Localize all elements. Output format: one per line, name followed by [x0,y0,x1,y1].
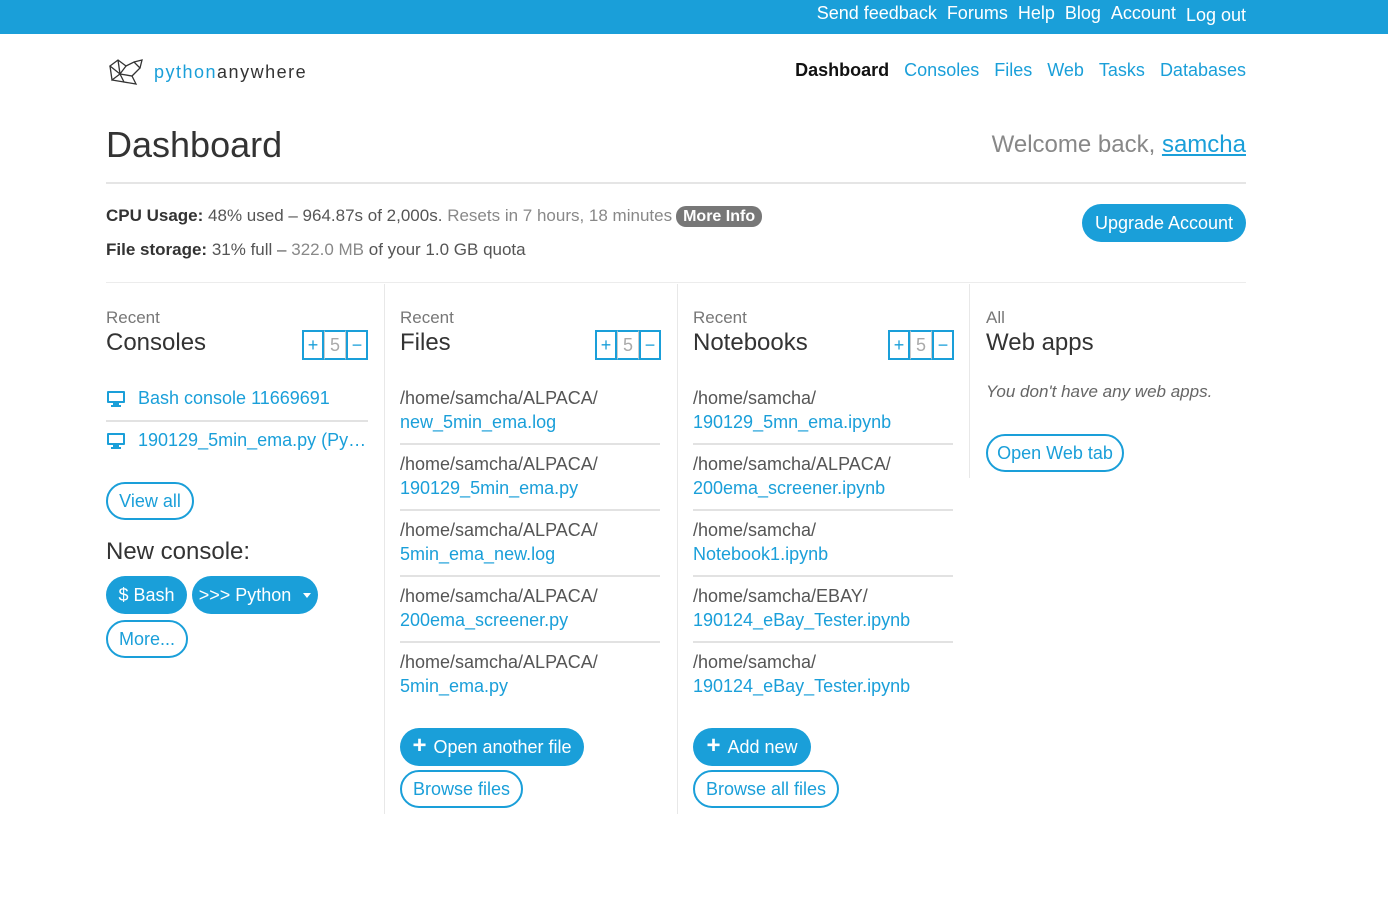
webapps-panel: All Web apps You don't have any web apps… [969,284,1246,478]
account-link[interactable]: Account [1111,3,1176,26]
console-item[interactable]: Bash console 11669691 [106,388,330,409]
consoles-increase-button[interactable]: + [302,330,324,360]
new-console-label: New console: [106,538,251,565]
divider [106,420,368,422]
divider [693,509,953,511]
nav-databases[interactable]: Databases [1160,60,1246,81]
page-title: Dashboard [106,124,283,165]
notebook-link[interactable]: 190124_eBay_Tester.ipynb [693,676,953,697]
file-link[interactable]: 5min_ema_new.log [400,544,660,565]
browse-files-button[interactable]: Browse files [400,770,523,808]
more-info-badge[interactable]: More Info [676,206,763,227]
header-divider [106,182,1246,184]
usage-divider [106,282,1246,283]
nav-dashboard[interactable]: Dashboard [795,60,889,81]
list-item: /home/samcha/ALPACA/200ema_screener.py [400,586,660,631]
list-item: /home/samcha/EBAY/190124_eBay_Tester.ipy… [693,586,953,631]
caret-down-icon [303,592,312,598]
logout-link[interactable]: Log out [1186,5,1246,26]
divider [400,641,660,643]
notebooks-title: Notebooks [693,329,808,356]
file-storage: File storage: 31% full – 322.0 MB of you… [106,240,526,259]
view-all-consoles-button[interactable]: View all [106,482,194,520]
no-webapps-message: You don't have any web apps. [986,382,1213,401]
open-web-tab-button[interactable]: Open Web tab [986,434,1124,472]
files-increase-button[interactable]: + [595,330,617,360]
divider [400,575,660,577]
top-bar: Send feedback Forums Help Blog Account L… [0,0,1388,34]
main-nav: Dashboard Consoles Files Web Tasks Datab… [795,60,1246,81]
welcome-message: Welcome back, samcha [991,131,1246,158]
monitor-icon [107,432,125,449]
webapps-title: Web apps [986,329,1094,356]
consoles-panel: Recent Consoles + 5 − Bash console 11669… [106,284,384,814]
divider [400,443,660,445]
notebooks-increase-button[interactable]: + [888,330,910,360]
consoles-count-control: + 5 − [302,330,368,360]
cpu-usage: CPU Usage: 48% used – 964.87s of 2,000s.… [106,206,763,227]
file-link[interactable]: 200ema_screener.py [400,610,660,631]
files-decrease-button[interactable]: − [639,330,661,360]
webapps-subtitle: All [986,308,1005,327]
logo-text: pythonanywhere [154,61,308,82]
logo-icon [108,59,143,85]
notebook-link[interactable]: 190129_5mn_ema.ipynb [693,412,953,433]
more-consoles-button[interactable]: More... [106,620,188,658]
nav-tasks[interactable]: Tasks [1099,60,1145,81]
files-count-value: 5 [617,330,639,360]
notebook-link[interactable]: 200ema_screener.ipynb [693,478,953,499]
add-new-notebook-button[interactable]: + Add new [693,728,811,766]
file-link[interactable]: 190129_5min_ema.py [400,478,660,499]
notebook-link[interactable]: Notebook1.ipynb [693,544,953,565]
plus-icon: + [706,731,721,759]
bash-console-button[interactable]: $ Bash [106,576,187,614]
notebooks-count-value: 5 [910,330,932,360]
file-link[interactable]: 5min_ema.py [400,676,660,697]
list-item: /home/samcha/ALPACA/5min_ema_new.log [400,520,660,565]
python-console-dropdown[interactable]: >>> Python [192,576,318,614]
list-item: /home/samcha/ALPACA/200ema_screener.ipyn… [693,454,953,499]
help-link[interactable]: Help [1018,3,1055,26]
divider [400,509,660,511]
nav-web[interactable]: Web [1047,60,1084,81]
notebook-link[interactable]: 190124_eBay_Tester.ipynb [693,610,953,631]
notebooks-count-control: + 5 − [888,330,954,360]
browse-all-files-button[interactable]: Browse all files [693,770,839,808]
open-another-file-button[interactable]: + Open another file [400,728,584,766]
divider [693,641,953,643]
list-item: /home/samcha/ALPACA/5min_ema.py [400,652,660,697]
consoles-decrease-button[interactable]: − [346,330,368,360]
consoles-subtitle: Recent [106,308,160,327]
files-panel: Recent Files + 5 − /home/samcha/ALPACA/n… [384,284,677,814]
divider [693,575,953,577]
consoles-count-value: 5 [324,330,346,360]
list-item: /home/samcha/ALPACA/new_5min_ema.log [400,388,660,433]
consoles-title: Consoles [106,329,207,356]
files-count-control: + 5 − [595,330,661,360]
top-links: Send feedback Forums Help Blog Account L… [817,3,1246,26]
nav-files[interactable]: Files [994,60,1032,81]
files-subtitle: Recent [400,308,454,327]
divider [693,443,953,445]
monitor-icon [107,390,125,407]
file-link[interactable]: new_5min_ema.log [400,412,660,433]
send-feedback-link[interactable]: Send feedback [817,3,937,26]
notebooks-panel: Recent Notebooks + 5 − /home/samcha/1901… [677,284,969,814]
list-item: /home/samcha/ALPACA/190129_5min_ema.py [400,454,660,499]
files-title: Files [400,329,451,356]
list-item: /home/samcha/190124_eBay_Tester.ipynb [693,652,953,697]
upgrade-account-button[interactable]: Upgrade Account [1082,204,1246,242]
blog-link[interactable]: Blog [1065,3,1101,26]
username-link[interactable]: samcha [1162,131,1246,158]
list-item: /home/samcha/Notebook1.ipynb [693,520,953,565]
nav-consoles[interactable]: Consoles [904,60,979,81]
list-item: /home/samcha/190129_5mn_ema.ipynb [693,388,953,433]
console-item[interactable]: 190129_5min_ema.py (Py… [106,430,366,451]
notebooks-subtitle: Recent [693,308,747,327]
notebooks-decrease-button[interactable]: − [932,330,954,360]
forums-link[interactable]: Forums [947,3,1008,26]
plus-icon: + [412,731,427,759]
pythonanywhere-logo[interactable]: pythonanywhere [106,56,307,88]
